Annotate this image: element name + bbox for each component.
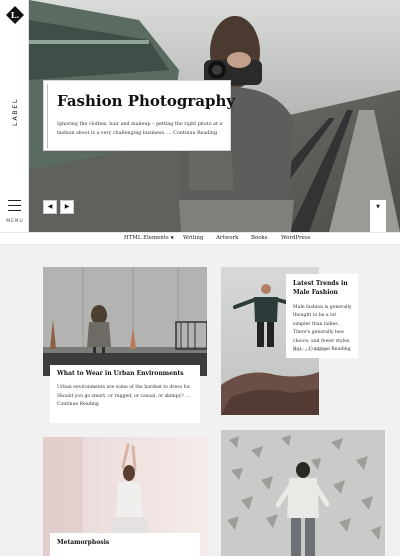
site-label: LABEL [11, 98, 19, 126]
menu-label: MENU [6, 219, 24, 224]
hero-continue-reading-link[interactable]: Continue Reading [173, 131, 217, 136]
post-title[interactable]: Latest Trends in Male Fashion [293, 280, 355, 297]
menu-icon-bar [8, 200, 21, 202]
chevron-right-icon: ▶ [64, 203, 70, 210]
chevron-down-icon: ▼ [376, 204, 380, 210]
hero-slider: Fashion Photography Ignoring the clothes… [29, 0, 400, 232]
post-date: JULY 10, 2016 [293, 347, 327, 352]
scroll-down-button[interactable]: ▼ [370, 200, 386, 232]
nav-item-label: HTML Elements [124, 235, 169, 241]
hero-featured-card: Fashion Photography Ignoring the clothes… [43, 80, 235, 151]
post-continue-reading-link[interactable]: Continue Reading [57, 402, 99, 407]
chevron-left-icon: ◀ [47, 203, 53, 210]
post-title[interactable]: Metamorphosis [57, 539, 197, 548]
post-card-body: Metamorphosis [50, 533, 200, 556]
post-image-urban[interactable] [43, 267, 207, 376]
slider-prev-button[interactable]: ◀ [43, 200, 57, 214]
nav-item-artwork[interactable]: Artwork [216, 235, 238, 241]
menu-button[interactable]: MENU [4, 198, 26, 226]
post-image-wall-art[interactable] [221, 430, 385, 556]
menu-icon-bar [8, 205, 21, 207]
logo-letter[interactable]: L. [5, 10, 25, 20]
nav-item-html-elements[interactable]: HTML Elements ▼ [124, 235, 174, 241]
post-card-body: Latest Trends in Male Fashion Male fashi… [286, 274, 358, 358]
post-excerpt-text: Male fashion is generally thought to be … [293, 305, 352, 353]
post-card-body: What to Wear in Urban Environments Urban… [50, 365, 200, 423]
nav-item-writing[interactable]: Writing [183, 235, 203, 241]
main-navigation: HTML Elements ▼ Writing Artwork Books Wor… [0, 232, 400, 245]
slider-next-button[interactable]: ▶ [60, 200, 74, 214]
site-sidebar: L. LABEL MENU [0, 0, 29, 232]
nav-item-wordpress[interactable]: WordPress [281, 235, 310, 241]
menu-icon-bar [8, 210, 21, 212]
post-excerpt-text: Urban environments are some of the harde… [57, 385, 192, 399]
nav-item-books[interactable]: Books [251, 235, 268, 241]
hero-excerpt: Ignoring the clothes, hair and makeup – … [57, 121, 225, 138]
caret-down-icon: ▼ [170, 235, 174, 240]
post-excerpt: Urban environments are some of the harde… [57, 384, 197, 410]
hero-title[interactable]: Fashion Photography [57, 92, 235, 110]
post-title[interactable]: What to Wear in Urban Environments [57, 370, 197, 379]
